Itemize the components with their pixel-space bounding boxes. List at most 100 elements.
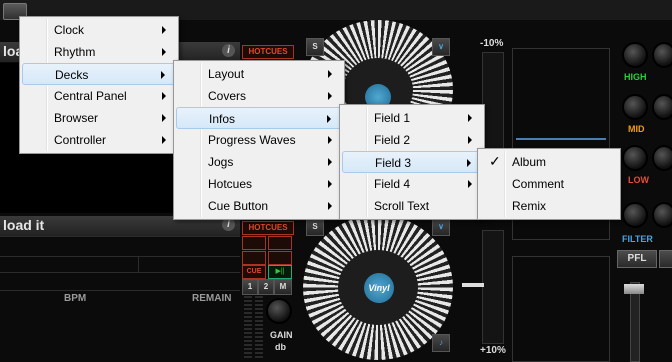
eq-knob[interactable] [652,202,672,228]
key-button-top[interactable]: ∨ [432,38,450,56]
decks-submenu: Layout Covers Infos Progress Waves Jogs Hotcu… [173,60,345,220]
menu-item-label: Clock [54,23,85,37]
hotcue-pad[interactable] [268,251,292,265]
menu-item-label: Comment [512,177,565,191]
pitch-bottom-plus-label: +10% [480,345,506,356]
gain-knob[interactable] [266,298,292,324]
m-button[interactable]: M [274,279,292,295]
pfl-button[interactable] [659,250,672,268]
menu-item-label: Progress Waves [208,133,296,147]
eq-low-knob[interactable] [622,145,648,171]
hotcue-pad[interactable] [242,236,266,250]
menu-item-label: Controller [54,133,107,147]
menu-item-field-4[interactable]: Field 4 [342,173,482,195]
deck-a-hotcues-label[interactable]: HOTCUES [242,45,294,59]
spectrum-marker [516,138,606,140]
main-context-menu: Clock Rhythm Decks Central Panel Browser Cont… [19,16,179,154]
eq-knob[interactable] [652,42,672,68]
pitch-fader-handle[interactable] [462,283,484,287]
cue-button[interactable]: CUE [242,265,266,279]
eq-knob[interactable] [652,145,672,171]
menu-item-browser[interactable]: Browser [22,107,176,129]
submenu-arrow-icon [328,70,332,78]
sync-button-top[interactable]: S [306,38,324,56]
filter-knob[interactable] [622,202,648,228]
submenu-arrow-icon [162,136,166,144]
menu-item-rhythm[interactable]: Rhythm [22,41,176,63]
submenu-arrow-icon [328,202,332,210]
menu-item-jogs[interactable]: Jogs [176,151,342,173]
eq-mid-knob[interactable] [622,94,648,120]
hotcue-pad[interactable] [242,251,266,265]
submenu-arrow-icon [327,115,331,123]
eq-low-label: LOW [628,175,649,185]
menu-item-central-panel[interactable]: Central Panel [22,85,176,107]
menu-item-label: Hotcues [208,177,253,191]
menu-item-field-3[interactable]: Field 3 [342,151,482,173]
eq-high-knob[interactable] [622,42,648,68]
channel-fader-handle[interactable] [624,284,644,294]
menu-item-label: Infos [209,112,236,126]
menu-item-clock[interactable]: Clock [22,19,176,41]
deck-b-divider [0,290,240,291]
vu-meter [244,296,252,360]
menu-item-hotcues[interactable]: Hotcues [176,173,342,195]
submenu-arrow-icon [467,159,471,167]
menu-item-label: Decks [55,68,89,82]
deck-a-info-icon[interactable]: i [222,44,235,57]
menu-item-covers[interactable]: Covers [176,85,342,107]
menu-item-label: Layout [208,67,245,81]
field3-submenu: Album ✓ Comment Remix [477,148,621,220]
eq-high-label: HIGH [624,72,647,82]
pitch-top-minus-label: -10% [480,38,504,49]
menu-item-label: Jogs [208,155,234,169]
menu-item-progress-waves[interactable]: Progress Waves [176,129,342,151]
deck-b-remain-label: REMAIN [192,293,232,304]
key-button-bottom[interactable]: ∨ [432,218,450,236]
submenu-arrow-icon [328,136,332,144]
menu-item-label: Scroll Text [374,199,430,213]
menu-item-remix[interactable]: Remix [480,195,618,217]
checkmark-icon: ✓ [489,153,501,169]
menu-item-label: Field 4 [374,177,411,191]
play-button[interactable]: ▶|| [268,265,292,279]
spectrum-display-bottom [512,256,610,362]
menu-item-label: Browser [54,111,99,125]
menu-item-field-2[interactable]: Field 2 [342,129,482,151]
pfl-button[interactable]: PFL [617,250,657,268]
deck-b-hotcues-label[interactable]: HOTCUES [242,221,294,235]
menu-item-cue-button[interactable]: Cue Button [176,195,342,217]
menu-item-label: Remix [512,199,547,213]
deck-b-divider [0,256,240,257]
menu-item-comment[interactable]: Comment [480,173,618,195]
sync-button-bottom[interactable]: S [306,218,324,236]
menu-item-controller[interactable]: Controller [22,129,176,151]
menu-item-infos[interactable]: Infos [176,107,342,129]
submenu-arrow-icon [328,180,332,188]
gain-label: GAIN [270,330,293,340]
submenu-arrow-icon [162,114,166,122]
hotcue-pad[interactable] [268,236,292,250]
vu-meter [255,296,263,360]
submenu-arrow-icon [328,158,332,166]
deck-b-divider [138,256,139,272]
submenu-arrow-icon [161,71,165,79]
eq-knob[interactable] [652,94,672,120]
menu-item-decks[interactable]: Decks [22,63,176,85]
submenu-arrow-icon [162,92,166,100]
menu-item-album[interactable]: Album ✓ [480,151,618,173]
channel-fader-track[interactable] [630,282,640,362]
music-note-icon[interactable]: ♪ [432,334,450,352]
loop-1-button[interactable]: 1 [242,279,258,295]
pitch-slider-bottom[interactable] [482,230,504,344]
menu-item-label: Album [512,155,547,169]
menu-item-scroll-text[interactable]: Scroll Text [342,195,482,217]
menu-item-layout[interactable]: Layout [176,63,342,85]
deck-b-bpm-label: BPM [64,293,87,304]
submenu-arrow-icon [468,136,472,144]
loop-2-button[interactable]: 2 [258,279,274,295]
menu-item-field-1[interactable]: Field 1 [342,107,482,129]
eq-mid-label: MID [628,124,645,134]
menu-item-label: Cue Button [208,199,269,213]
submenu-arrow-icon [468,114,472,122]
